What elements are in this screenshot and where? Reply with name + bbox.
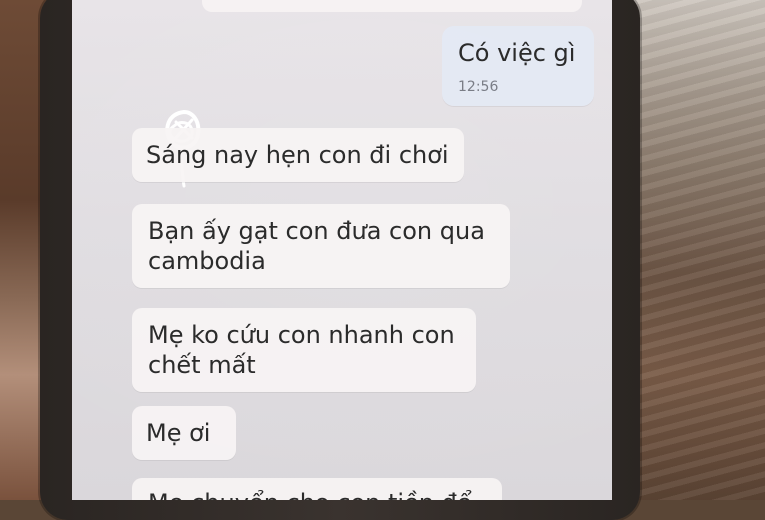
right-wooden-table bbox=[630, 0, 765, 500]
partial-bottom-bubble: Mẹ chuyển cho con tiền để bbox=[132, 478, 502, 500]
outgoing-message-time: 12:56 bbox=[458, 79, 499, 95]
incoming-message-text-4: Mẹ ơi bbox=[146, 419, 211, 447]
incoming-message-text-1: Sáng nay hẹn con đi chơi bbox=[146, 141, 449, 169]
incoming-message-bubble-3: Mẹ ko cứu con nhanh con chết mất bbox=[132, 308, 476, 392]
partial-top-bubble bbox=[202, 0, 582, 12]
incoming-message-bubble-2: Bạn ấy gạt con đưa con qua cambodia bbox=[132, 204, 510, 288]
incoming-message-bubble-1: Sáng nay hẹn con đi chơi bbox=[132, 128, 464, 182]
incoming-message-text-3: Mẹ ko cứu con nhanh con chết mất bbox=[148, 321, 455, 379]
partial-bottom-text: Mẹ chuyển cho con tiền để bbox=[148, 488, 472, 500]
chat-screen: Có việc gì 12:56 Sáng nay hẹn con đi chơ… bbox=[72, 0, 612, 500]
outgoing-message-text: Có việc gì bbox=[458, 39, 576, 67]
incoming-message-text-2: Bạn ấy gạt con đưa con qua cambodia bbox=[148, 217, 485, 275]
incoming-message-bubble-4: Mẹ ơi bbox=[132, 406, 236, 460]
outgoing-message-bubble: Có việc gì 12:56 bbox=[442, 26, 594, 106]
